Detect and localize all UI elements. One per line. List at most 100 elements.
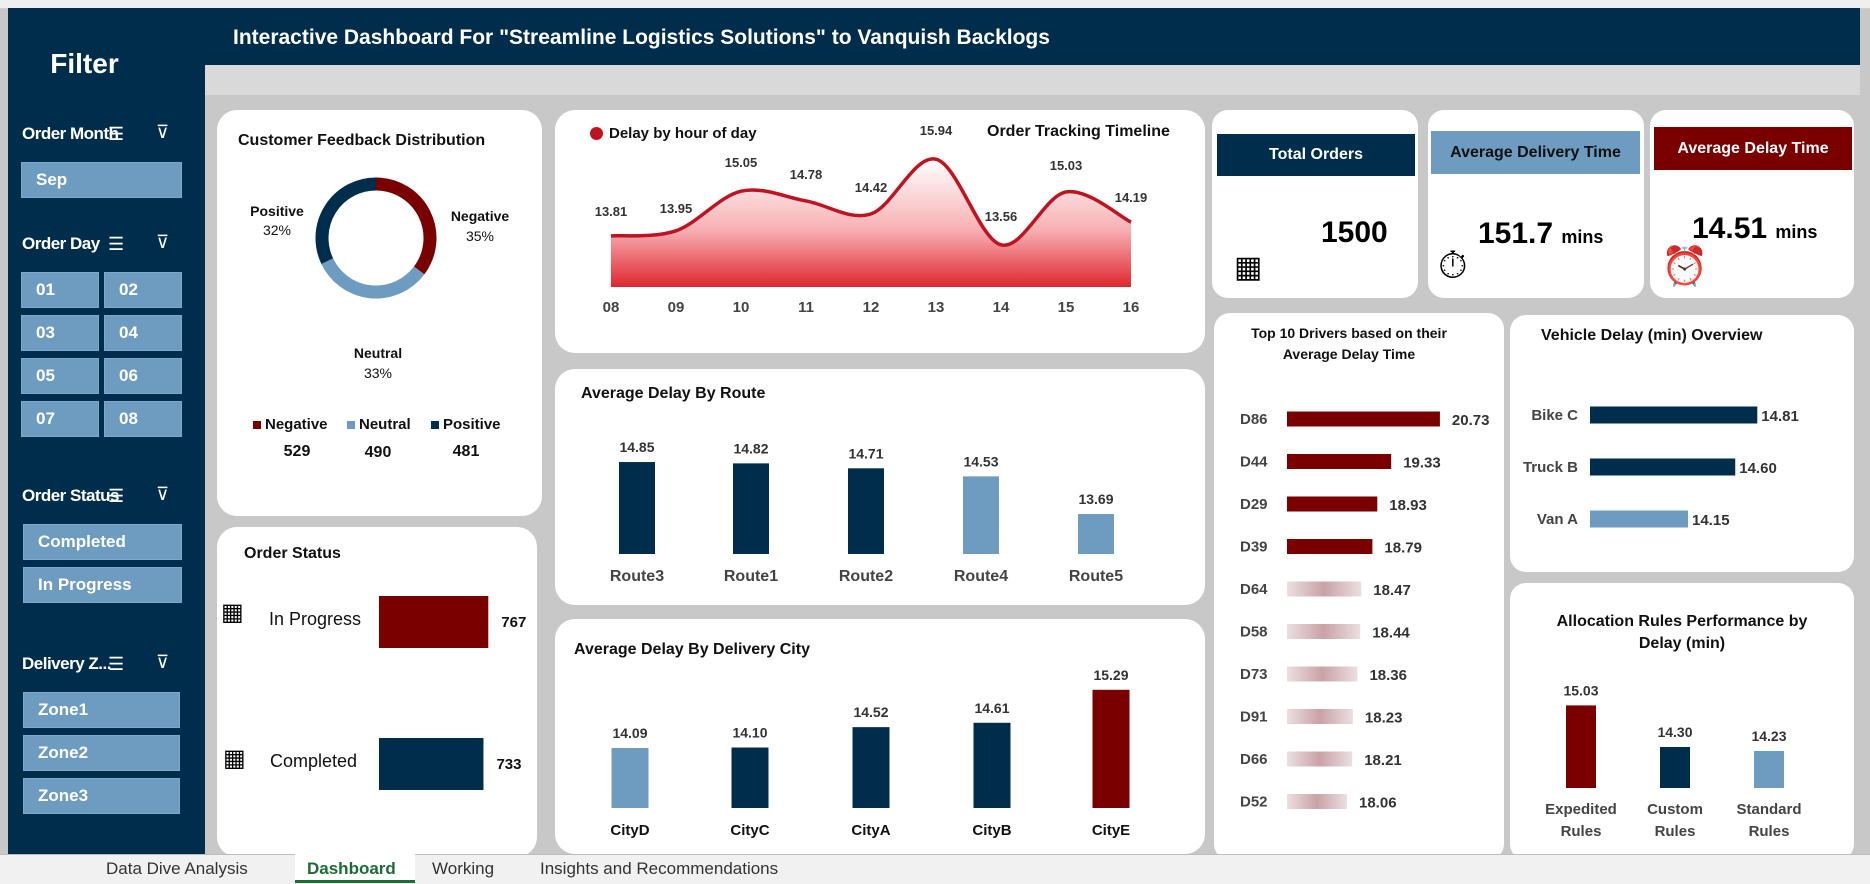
slicer-item-day-03[interactable]: 03	[21, 315, 99, 351]
drivers-tick-label: D52	[1240, 794, 1268, 811]
city-tick-label: CityA	[851, 822, 890, 839]
slicer-item-day-04[interactable]: 04	[104, 315, 182, 351]
slicer-item-day-06[interactable]: 06	[104, 358, 182, 394]
vehicle-tick-label: Van A	[1537, 511, 1578, 528]
timeline-data-label: 14.78	[790, 167, 823, 182]
pct-positive: 32%	[262, 222, 292, 238]
route-data-label: 14.82	[733, 440, 768, 456]
alloc-tick-label: Standard	[1736, 801, 1801, 818]
timeline-data-label: 15.03	[1050, 158, 1083, 173]
vehicle-bar-chart: Bike C 14.81 Truck B 14.60 Van A 14.15	[1523, 406, 1799, 529]
route-tick-label: Route4	[954, 568, 1008, 585]
status-bar-1	[379, 738, 484, 790]
filter-sidebar: Filter Order Month ☰ ⊽ Sep Order Day ☰ ⊽…	[8, 8, 205, 854]
route-tick-label: Route5	[1069, 568, 1123, 585]
slicer-item-sep[interactable]: Sep	[21, 162, 182, 198]
drivers-bar	[1287, 751, 1353, 767]
route-data-label: 13.69	[1078, 491, 1113, 507]
kpi-total-orders-label: Total Orders	[1217, 134, 1415, 176]
clear-filter-icon[interactable]: ⊽	[156, 232, 169, 253]
clear-filter-icon[interactable]: ⊽	[156, 484, 169, 505]
timeline-tick-label: 15	[1058, 299, 1075, 316]
drivers-data-label: 18.36	[1369, 667, 1407, 684]
vehicle-data-label: 14.60	[1739, 460, 1777, 477]
multi-select-icon[interactable]: ☰	[108, 124, 124, 145]
status-bar-value: 733	[496, 756, 521, 773]
tab-dashboard[interactable]: Dashboard	[295, 853, 415, 883]
city-bar	[1092, 689, 1130, 808]
alloc-data-label: 14.30	[1657, 724, 1692, 740]
legend-count-negative: 529	[283, 443, 311, 460]
slicer-item-zone1[interactable]: Zone1	[23, 692, 180, 728]
drivers-bar	[1287, 581, 1362, 597]
city-tick-label: CityC	[730, 822, 769, 839]
slicer-header-order-status: Order Status	[22, 486, 119, 505]
drivers-bar	[1287, 496, 1378, 512]
slicer-item-in-progress[interactable]: In Progress	[23, 567, 182, 603]
slicer-item-zone3[interactable]: Zone3	[23, 778, 180, 814]
alloc-bar	[1566, 705, 1596, 788]
alloc-bar	[1660, 747, 1690, 788]
clear-filter-icon[interactable]: ⊽	[156, 652, 169, 673]
timeline-data-label: 14.42	[855, 180, 888, 195]
route-bar	[963, 476, 999, 554]
route-bar	[619, 462, 655, 554]
kpi-delay-time-value: 14.51	[1692, 212, 1768, 245]
drivers-data-label: 18.21	[1364, 752, 1402, 769]
timeline-data-label: 13.95	[660, 201, 693, 216]
kpi-delivery-time-unit: mins	[1561, 227, 1604, 247]
multi-select-icon[interactable]: ☰	[108, 486, 124, 507]
legend-swatch-positive	[431, 421, 439, 429]
timeline-tick-label: 08	[603, 299, 620, 316]
sheet-tab-bar: Data Dive Analysis Dashboard Working Ins…	[0, 853, 1870, 884]
slicer-item-day-02[interactable]: 02	[104, 272, 182, 308]
timeline-area-chart: 13.81 08 13.95 09 15.05 10 14.78 11 14.42 12 15.94…	[595, 123, 1148, 316]
kpi-total-orders-value: 1500	[1321, 216, 1388, 249]
vehicle-data-label: 14.15	[1692, 512, 1730, 529]
drivers-tick-label: D86	[1240, 411, 1268, 428]
tab-working[interactable]: Working	[420, 853, 520, 883]
dashboard-title: Interactive Dashboard For "Streamline Lo…	[233, 26, 1050, 49]
filter-title: Filter	[50, 48, 119, 79]
slicer-item-day-01[interactable]: 01	[21, 272, 99, 308]
donut-slice-negative	[375, 177, 437, 275]
drivers-bar	[1287, 454, 1392, 469]
route-data-label: 14.85	[619, 439, 654, 455]
vehicle-data-label: 14.81	[1761, 408, 1799, 425]
tab-data-dive-analysis[interactable]: Data Dive Analysis	[94, 853, 290, 883]
pct-neutral: 33%	[363, 365, 393, 381]
legend-swatch-neutral	[347, 421, 355, 429]
multi-select-icon[interactable]: ☰	[108, 654, 124, 675]
slicer-item-completed[interactable]: Completed	[23, 524, 182, 560]
drivers-tick-label: D64	[1240, 581, 1268, 598]
label-neutral: Neutral	[353, 345, 403, 361]
drivers-data-label: 18.93	[1389, 497, 1427, 514]
tab-insights-recommendations[interactable]: Insights and Recommendations	[528, 853, 828, 883]
drivers-tick-label: D66	[1240, 751, 1268, 768]
timeline-data-label: 14.19	[1115, 190, 1148, 205]
drivers-bar	[1287, 539, 1373, 554]
multi-select-icon[interactable]: ☰	[108, 234, 124, 255]
legend-swatch-negative	[253, 421, 261, 429]
city-bar	[611, 748, 649, 808]
donut-slice-positive	[315, 177, 377, 264]
kpi-total-orders-card: Total Orders 1500 ▦	[1212, 110, 1418, 298]
route-bar	[1078, 514, 1114, 554]
route-bar	[733, 463, 769, 554]
slicer-item-day-08[interactable]: 08	[104, 401, 182, 437]
alloc-bar	[1754, 751, 1784, 788]
clear-filter-icon[interactable]: ⊽	[156, 122, 169, 143]
drivers-bar	[1287, 624, 1361, 639]
kpi-delivery-time-label: Average Delivery Time	[1431, 131, 1640, 174]
slicer-header-delivery-zone: Delivery Z...	[22, 654, 111, 673]
drivers-data-label: 18.23	[1365, 710, 1403, 727]
alloc-tick-label: Rules	[1561, 823, 1602, 840]
slicer-item-day-05[interactable]: 05	[21, 358, 99, 394]
drivers-data-label: 18.06	[1359, 795, 1397, 812]
pct-negative: 35%	[465, 228, 495, 244]
city-tick-label: CityB	[972, 822, 1011, 839]
slicer-item-zone2[interactable]: Zone2	[23, 735, 180, 771]
drivers-tick-label: D58	[1240, 624, 1268, 641]
slicer-item-day-07[interactable]: 07	[21, 401, 99, 437]
city-bar-chart: 14.09 CityD 14.10 CityC 14.52 CityA 14.61 CityB…	[610, 667, 1130, 839]
